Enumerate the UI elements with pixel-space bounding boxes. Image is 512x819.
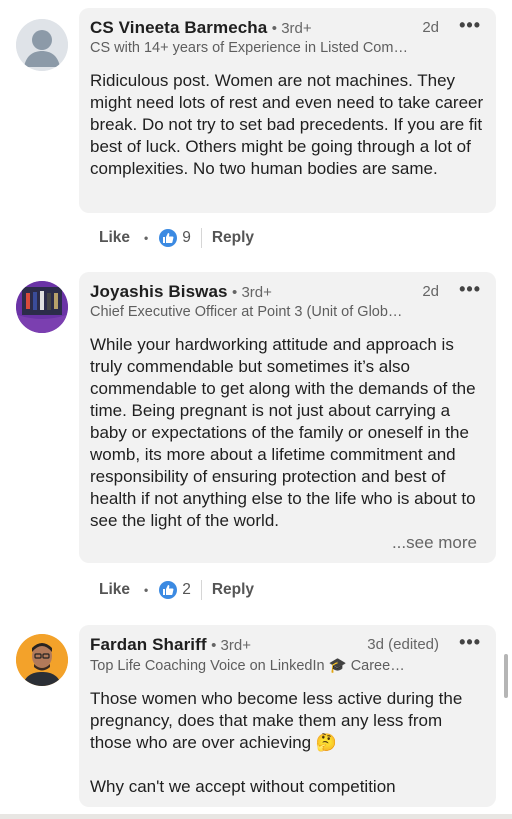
separator-dot: • xyxy=(144,231,149,245)
reply-button[interactable]: Reply xyxy=(212,229,254,247)
reaction-count[interactable]: 2 xyxy=(182,581,191,599)
avatar-photo[interactable] xyxy=(16,281,68,333)
reaction-count[interactable]: 9 xyxy=(182,229,191,247)
comment-text-line: Why can't we accept without competition xyxy=(90,777,396,796)
like-button[interactable]: Like xyxy=(99,229,130,247)
like-button[interactable]: Like xyxy=(99,581,130,599)
comment-bubble: Fardan Shariff • 3rd+ 3d (edited) ••• To… xyxy=(79,625,496,807)
commenter-name[interactable]: Fardan Shariff xyxy=(90,635,207,654)
comment-time: 2d xyxy=(422,19,439,36)
comment-actions: Like • 2 Reply xyxy=(99,580,254,600)
comment-bubble: CS Vineeta Barmecha • 3rd+ 2d ••• CS wit… xyxy=(79,8,496,213)
comment-time: 3d (edited) xyxy=(367,636,439,653)
commenter-name[interactable]: CS Vineeta Barmecha xyxy=(90,18,267,37)
more-options-icon[interactable]: ••• xyxy=(459,279,481,300)
comment-bubble: Joyashis Biswas • 3rd+ 2d ••• Chief Exec… xyxy=(79,272,496,563)
connection-degree: • 3rd+ xyxy=(211,637,251,654)
connection-degree: • 3rd+ xyxy=(271,20,312,37)
comment-text: Those women who become less active durin… xyxy=(90,688,485,798)
separator-dot: • xyxy=(144,583,149,597)
like-reaction-icon[interactable] xyxy=(159,581,178,599)
divider xyxy=(200,580,202,600)
comment-actions: Like • 9 Reply xyxy=(99,228,254,248)
comment-text: Ridiculous post. Women are not machines.… xyxy=(90,71,484,178)
avatar-photo[interactable] xyxy=(16,634,68,686)
divider xyxy=(200,228,202,248)
commenter-name[interactable]: Joyashis Biswas xyxy=(90,282,228,301)
reply-button[interactable]: Reply xyxy=(212,581,254,599)
scrollbar[interactable] xyxy=(504,654,508,698)
comment-text: While your hardworking attitude and appr… xyxy=(90,335,476,530)
connection-degree: • 3rd+ xyxy=(232,284,272,301)
comment-text-line: Those women who become less active durin… xyxy=(90,689,463,752)
avatar-default[interactable] xyxy=(16,19,68,71)
see-more-link[interactable]: ...see more xyxy=(385,533,477,553)
comment-time: 2d xyxy=(422,283,439,300)
commenter-headline: Top Life Coaching Voice on LinkedIn 🎓 Ca… xyxy=(90,658,405,674)
more-options-icon[interactable]: ••• xyxy=(459,632,481,653)
bottom-divider xyxy=(0,814,512,819)
more-options-icon[interactable]: ••• xyxy=(459,15,481,36)
commenter-headline: Chief Executive Officer at Point 3 (Unit… xyxy=(90,304,403,320)
commenter-headline: CS with 14+ years of Experience in Liste… xyxy=(90,40,408,56)
like-reaction-icon[interactable] xyxy=(159,229,178,247)
